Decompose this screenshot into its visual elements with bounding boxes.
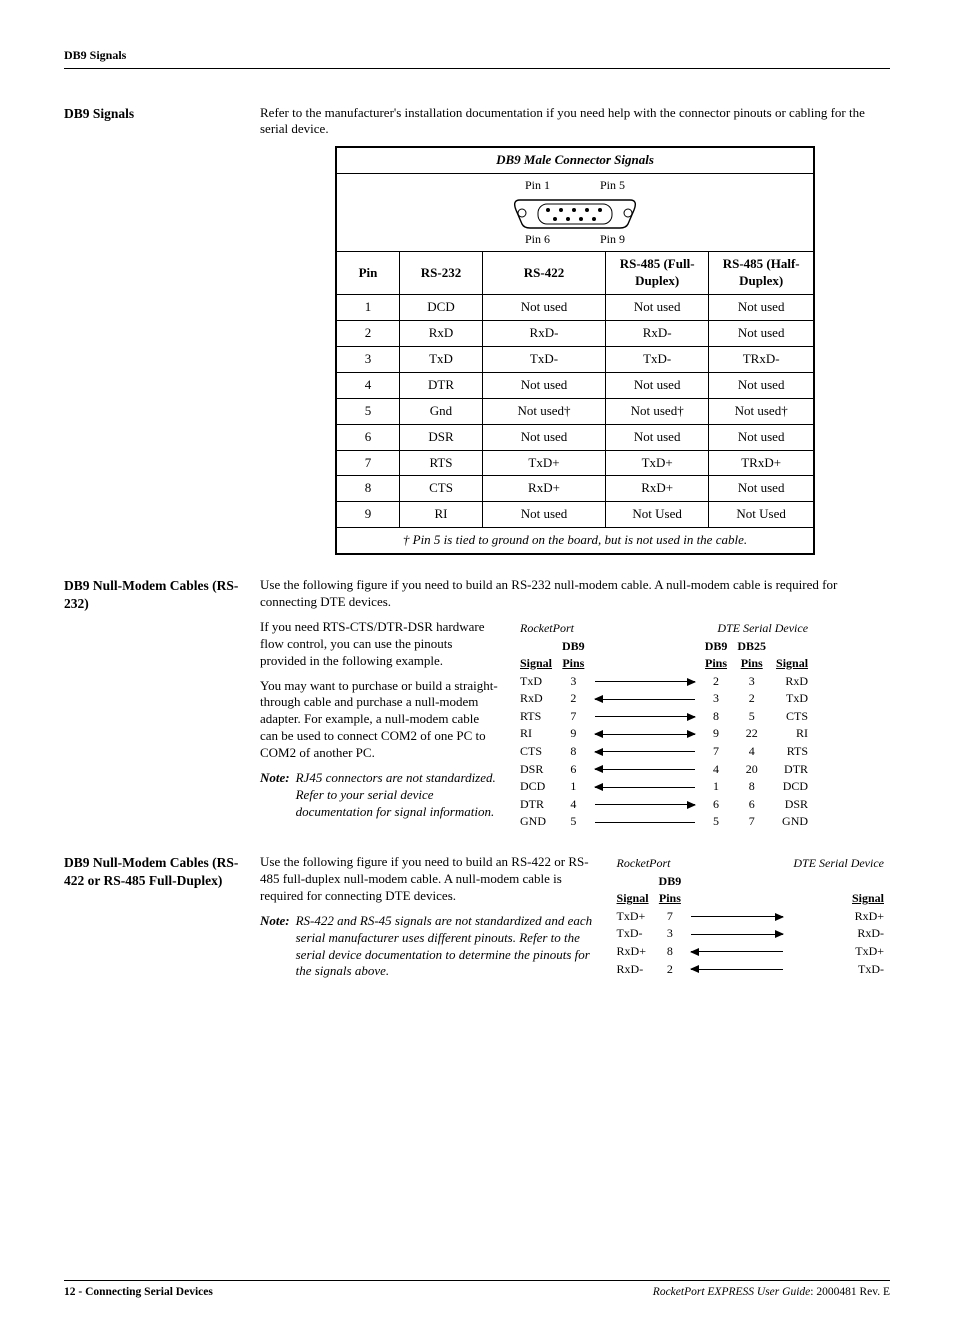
header-rule [64,68,890,69]
diagram-row: TxD+7RxD+ [613,909,888,925]
diagram-rs422: RocketPort DTE Serial Device DB9 Signal … [611,854,890,980]
s3-p1: Use the following figure if you need to … [260,854,597,905]
diagram-row: RTS785CTS [516,709,812,725]
diagram-row: CTS874RTS [516,744,812,760]
diagram-row: RI9922RI [516,726,812,742]
table-row: 5GndNot used†Not used†Not used† [336,398,814,424]
s2-p2: If you need RTS-CTS/DTR-DSR hardware flo… [260,619,500,670]
label-pin6: Pin 6 [525,232,550,248]
table-title: DB9 Male Connector Signals [336,147,814,173]
diagram-row: DSR6420DTR [516,762,812,778]
table-row: 3TxDTxD-TxD-TRxD- [336,347,814,373]
diagram-row: RxD+8TxD+ [613,944,888,960]
label-pin9: Pin 9 [600,232,625,248]
diagram-row: DCD118DCD [516,779,812,795]
table-row: 1DCDNot usedNot usedNot used [336,295,814,321]
table-row: 6DSRNot usedNot usedNot used [336,424,814,450]
table-row: 2RxDRxD-RxD-Not used [336,321,814,347]
table-row: 7RTSTxD+TxD+TRxD+ [336,450,814,476]
intro-text: Refer to the manufacturer's installation… [260,105,890,139]
label-pin5: Pin 5 [600,178,625,194]
heading-null-modem-rs422: DB9 Null-Modem Cables (RS-422 or RS-485 … [64,854,260,889]
heading-null-modem-rs232: DB9 Null-Modem Cables (RS-232) [64,577,260,612]
diagram-row: RxD-2TxD- [613,962,888,978]
table-row: 9RINot usedNot UsedNot Used [336,502,814,528]
diagram-rs232: RocketPort DTE Serial Device DB9 DB9 DB2… [514,619,814,832]
table-row: 8CTSRxD+RxD+Not used [336,476,814,502]
section-db9-signals: DB9 Signals Refer to the manufacturer's … [64,105,890,556]
table-footnote: † Pin 5 is tied to ground on the board, … [336,528,814,554]
diagram-row: RxD232TxD [516,691,812,707]
heading-db9-signals: DB9 Signals [64,105,260,123]
label-pin1: Pin 1 [525,178,550,194]
db9-connector-icon [510,196,640,230]
s3-note: Note: RS-422 and RS-45 signals are not s… [260,913,597,981]
s2-p3: You may want to purchase or build a stra… [260,678,500,762]
diagram-row: DTR466DSR [516,797,812,813]
footer-right: RocketPort EXPRESS User Guide: 2000481 R… [653,1285,890,1300]
s2-p1: Use the following figure if you need to … [260,577,890,611]
diagram-row: TxD323RxD [516,674,812,690]
table-row: 4DTRNot usedNot usedNot used [336,372,814,398]
s2-note: Note: RJ45 connectors are not standardiz… [260,770,500,821]
section-null-modem-rs232: DB9 Null-Modem Cables (RS-232) Use the f… [64,577,890,832]
section-null-modem-rs422: DB9 Null-Modem Cables (RS-422 or RS-485 … [64,854,890,980]
db9-signals-table: DB9 Male Connector Signals Pin 1 Pin 5 P… [335,146,815,555]
diagram-row: GND557GND [516,814,812,830]
footer-left: 12 - Connecting Serial Devices [64,1285,213,1300]
table-header-row: Pin RS-232 RS-422 RS-485 (Full-Duplex) R… [336,252,814,295]
page-footer: 12 - Connecting Serial Devices RocketPor… [64,1280,890,1300]
page-header: DB9 Signals [64,48,890,64]
diagram-row: TxD-3RxD- [613,926,888,942]
